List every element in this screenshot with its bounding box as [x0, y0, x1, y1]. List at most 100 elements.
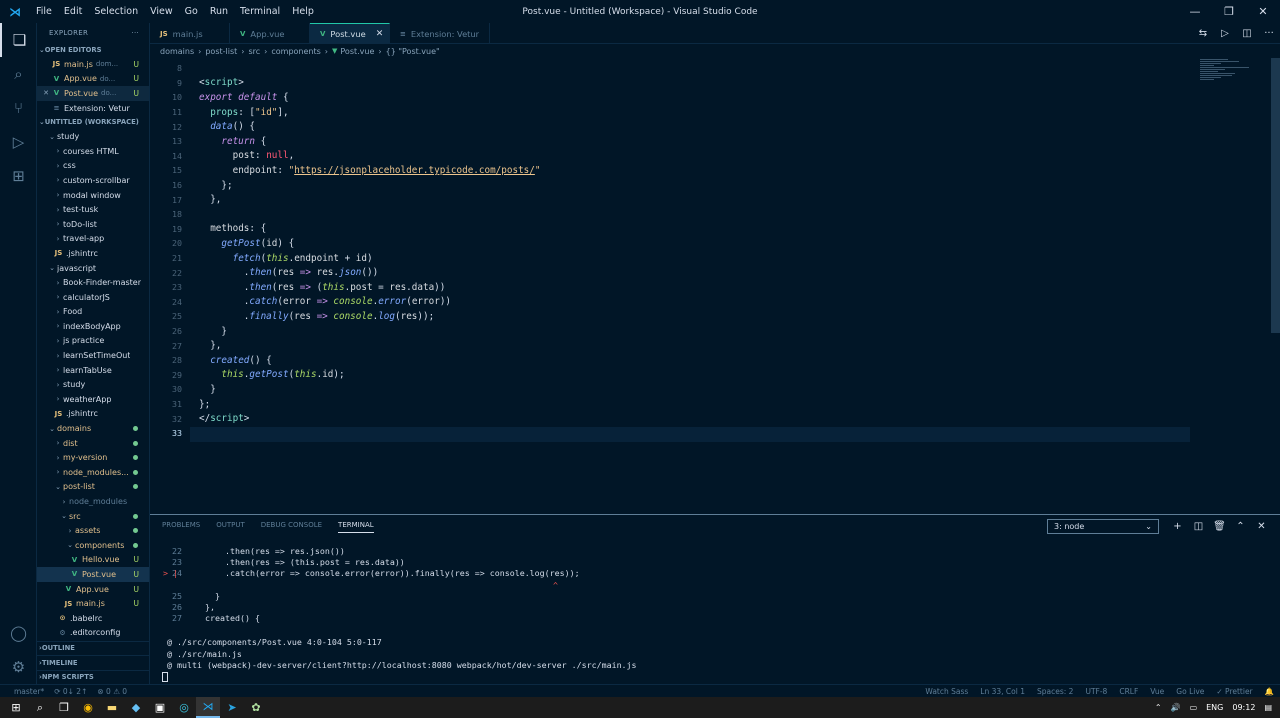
menu-help[interactable]: Help — [286, 6, 320, 17]
tree-folder[interactable]: › Book-Finder-master — [37, 275, 149, 290]
tab-close-icon[interactable]: ✕ — [376, 29, 384, 39]
chrome-icon[interactable]: ◉ — [76, 697, 100, 718]
open-editor-item-active[interactable]: ✕ V Post.vue do... U — [37, 86, 149, 101]
tree-file[interactable]: ⊙ .babelrc — [37, 611, 149, 626]
problems-status[interactable]: ⊗ 0 ⚠ 0 — [97, 687, 127, 696]
explorer-icon[interactable]: ❏ — [0, 23, 37, 57]
menu-view[interactable]: View — [144, 6, 179, 17]
task-view-icon[interactable]: ❐ — [52, 697, 76, 718]
breadcrumb-item[interactable]: Post.vue — [340, 47, 374, 56]
more-actions-icon[interactable]: ··· — [131, 29, 139, 37]
run-debug-icon[interactable]: ▷ — [0, 125, 37, 159]
tree-folder[interactable]: › dist — [37, 436, 149, 451]
app-icon[interactable]: ✿ — [244, 697, 268, 718]
compare-icon[interactable]: ⇆ — [1192, 28, 1214, 39]
telegram-icon[interactable]: ➤ — [220, 697, 244, 718]
sync-status[interactable]: ⟳ 0↓ 2↑ — [54, 687, 87, 696]
restore-icon[interactable]: ❐ — [1212, 0, 1246, 23]
file-explorer-icon[interactable]: ▬ — [100, 697, 124, 718]
tree-folder[interactable]: ⌄ study — [37, 129, 149, 144]
close-panel-icon[interactable]: ✕ — [1251, 521, 1272, 532]
tree-folder[interactable]: › js practice — [37, 334, 149, 349]
more-icon[interactable]: ··· — [1258, 28, 1280, 39]
menu-edit[interactable]: Edit — [58, 6, 88, 17]
tree-file[interactable]: V App.vue U — [37, 582, 149, 597]
menu-run[interactable]: Run — [204, 6, 234, 17]
tree-folder[interactable]: ⌄ post-list — [37, 480, 149, 495]
language-status[interactable]: Vue — [1150, 687, 1164, 696]
open-editors-section[interactable]: ⌄ OPEN EDITORS — [37, 43, 149, 57]
windows-start-icon[interactable]: ⊞ — [4, 697, 28, 718]
tree-folder[interactable]: › toDo-list — [37, 217, 149, 232]
open-editor-item[interactable]: ≡ Extension: Vetur — [37, 101, 149, 116]
tree-folder[interactable]: ⌄ javascript — [37, 261, 149, 276]
source-control-icon[interactable]: ⑂ — [0, 91, 37, 125]
go-live-status[interactable]: Go Live — [1176, 687, 1204, 696]
tree-folder[interactable]: ⌄ components — [37, 538, 149, 553]
watch-sass-status[interactable]: Watch Sass — [925, 687, 968, 696]
tree-folder[interactable]: › custom-scrollbar — [37, 173, 149, 188]
tree-file[interactable]: V Hello.vue U — [37, 553, 149, 568]
close-editor-icon[interactable]: ✕ — [41, 89, 51, 97]
menu-go[interactable]: Go — [179, 6, 204, 17]
tree-folder[interactable]: › travel-app — [37, 232, 149, 247]
search-icon[interactable]: ⌕ — [0, 57, 37, 91]
tree-file[interactable]: JS .jshintrc — [37, 407, 149, 422]
tree-folder[interactable]: › modal window — [37, 188, 149, 203]
app-icon[interactable]: ▣ — [148, 697, 172, 718]
encoding-status[interactable]: UTF-8 — [1085, 687, 1107, 696]
editor-scrollbar[interactable] — [1271, 58, 1280, 333]
tree-folder[interactable]: › node_modules... — [37, 465, 149, 480]
menu-selection[interactable]: Selection — [88, 6, 144, 17]
outline-section[interactable]: › OUTLINE — [37, 640, 149, 656]
tree-folder[interactable]: › css — [37, 159, 149, 174]
tree-folder[interactable]: › courses HTML — [37, 144, 149, 159]
split-terminal-icon[interactable]: ◫ — [1188, 521, 1209, 532]
tree-folder[interactable]: › Food — [37, 305, 149, 320]
tree-folder[interactable]: › test-tusk — [37, 202, 149, 217]
endpoint-url-link[interactable]: https://jsonplaceholder.typicode.com/pos… — [294, 165, 535, 176]
menu-terminal[interactable]: Terminal — [234, 6, 286, 17]
breadcrumb-item[interactable]: post-list — [205, 47, 237, 56]
tree-folder[interactable]: › learnTabUse — [37, 363, 149, 378]
tree-folder[interactable]: › learnSetTimeOut — [37, 348, 149, 363]
tree-folder[interactable]: › study — [37, 377, 149, 392]
menu-file[interactable]: File — [30, 6, 58, 17]
tree-file[interactable]: JS main.js U — [37, 596, 149, 611]
edge-icon[interactable]: ◎ — [172, 697, 196, 718]
network-icon[interactable]: ▭ — [1190, 703, 1198, 712]
volume-icon[interactable]: 🔊 — [1171, 703, 1181, 712]
tab-debug-console[interactable]: DEBUG CONSOLE — [261, 521, 322, 533]
split-editor-icon[interactable]: ◫ — [1236, 28, 1258, 39]
tree-file[interactable]: ⚙ .editorconfig — [37, 626, 149, 641]
code-editor[interactable]: 8 9 <script> 10 export default { 11 props:… — [150, 58, 1280, 514]
steam-icon[interactable]: ◆ — [124, 697, 148, 718]
tab-main-js[interactable]: JS main.js — [150, 23, 230, 44]
indentation-status[interactable]: Spaces: 2 — [1037, 687, 1073, 696]
keyboard-lang[interactable]: ENG — [1206, 703, 1223, 712]
tab-terminal[interactable]: TERMINAL — [338, 521, 374, 533]
branch-status[interactable]: master* — [14, 687, 44, 696]
tree-folder[interactable]: ⌄ src — [37, 509, 149, 524]
tab-problems[interactable]: PROBLEMS — [162, 521, 200, 533]
tree-folder[interactable]: › calculatorJS — [37, 290, 149, 305]
close-icon[interactable]: ✕ — [1246, 0, 1280, 23]
minimize-icon[interactable]: — — [1178, 0, 1212, 23]
maximize-panel-icon[interactable]: ⌃ — [1230, 521, 1251, 532]
run-icon[interactable]: ▷ — [1214, 28, 1236, 39]
breadcrumb-item[interactable]: src — [248, 47, 260, 56]
tab-app-vue[interactable]: V App.vue — [230, 23, 310, 44]
tree-folder[interactable]: › assets — [37, 523, 149, 538]
terminal-select[interactable]: 3: node ⌄ — [1047, 519, 1159, 534]
breadcrumb-item[interactable]: domains — [160, 47, 194, 56]
tree-file[interactable]: JS .jshintrc — [37, 246, 149, 261]
manage-gear-icon[interactable]: ⚙ — [0, 650, 37, 684]
tree-folder[interactable]: › node_modules — [37, 494, 149, 509]
tray-chevron-icon[interactable]: ⌃ — [1155, 703, 1162, 712]
timeline-section[interactable]: › TIMELINE — [37, 655, 149, 670]
npm-scripts-section[interactable]: › NPM SCRIPTS — [37, 669, 149, 685]
eol-status[interactable]: CRLF — [1119, 687, 1138, 696]
workspace-section[interactable]: ⌄ UNTITLED (WORKSPACE) — [37, 115, 149, 129]
open-editor-item[interactable]: JS main.js dom... U — [37, 57, 149, 72]
tab-extension-vetur[interactable]: ≡ Extension: Vetur — [390, 23, 490, 44]
